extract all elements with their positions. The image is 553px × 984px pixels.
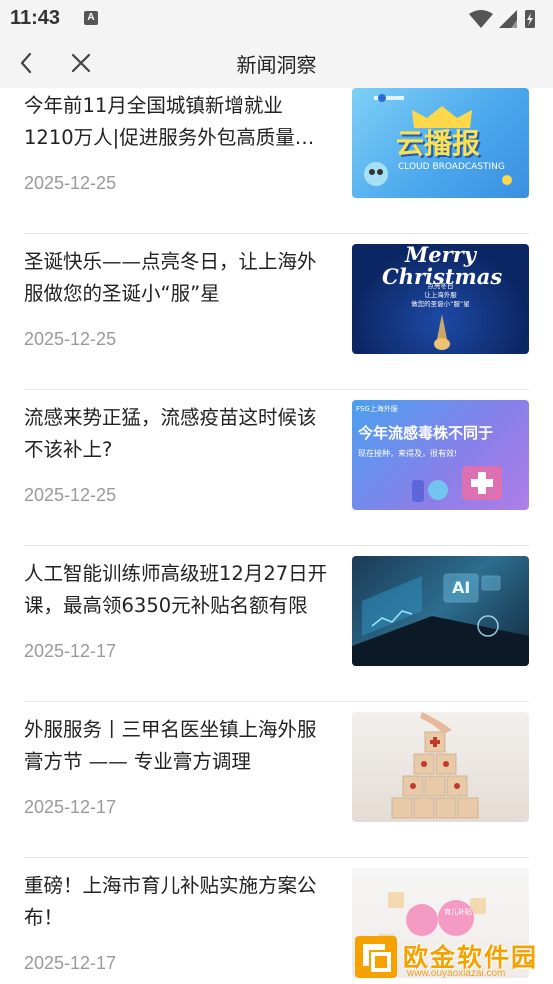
news-title: 今年前11月全国城镇新增就业1210万人|促进服务外包高质量发展 xyxy=(24,94,315,149)
news-thumbnail: AI xyxy=(352,556,529,666)
news-thumbnail xyxy=(352,712,529,822)
news-title: 重磅！上海市育儿补贴实施方案公布！ xyxy=(24,874,317,929)
news-item[interactable]: 圣诞快乐——点亮冬日，让上海外服做您的圣诞小“服”星 2025-12-25 Me… xyxy=(24,234,529,390)
news-item[interactable]: 外服服务丨三甲名医坐镇上海外服膏方节 —— 专业膏方调理 2025-12-17 xyxy=(24,702,529,858)
news-title: 人工智能训练师高级班12月27日开课，最高领6350元补贴名额有限 xyxy=(24,562,328,617)
thumbnail-headline: 育儿补贴 xyxy=(444,908,472,916)
thumbnail-headline: AI xyxy=(452,578,471,597)
news-date: 2025-12-17 xyxy=(24,953,117,973)
status-icons xyxy=(469,10,535,28)
news-date: 2025-12-25 xyxy=(24,485,117,505)
news-item[interactable]: 流感来势正猛，流感疫苗这时候该不该补上? 2025-12-25 FSG上海外服 … xyxy=(24,390,529,546)
news-title: 圣诞快乐——点亮冬日，让上海外服做您的圣诞小“服”星 xyxy=(24,250,317,305)
watermark: 欧金软件园 www.ouyaoxiazai.com xyxy=(355,936,547,980)
thumbnail-brand: FSG上海外服 xyxy=(356,405,398,413)
news-date: 2025-12-25 xyxy=(24,329,117,349)
thumbnail-subtitle: CLOUD BROADCASTING xyxy=(398,162,505,172)
news-item[interactable]: 人工智能训练师高级班12月27日开课，最高领6350元补贴名额有限 2025-1… xyxy=(24,546,529,702)
news-item[interactable]: 今年前11月全国城镇新增就业1210万人|促进服务外包高质量发展 2025-12… xyxy=(24,78,529,234)
watermark-logo-icon xyxy=(355,936,397,978)
thumbnail-subtitle: 点亮冬日 让上海外服 做您的圣诞小“服”星 xyxy=(411,282,470,308)
news-date: 2025-12-25 xyxy=(24,173,117,193)
status-time: 11:43 xyxy=(10,7,61,29)
watermark-url: www.ouyaoxiazai.com xyxy=(407,968,506,979)
page-title: 新闻洞察 xyxy=(236,53,317,77)
news-title: 外服服务丨三甲名医坐镇上海外服膏方节 —— 专业膏方调理 xyxy=(24,718,317,773)
news-thumbnail: Merry Christmas 点亮冬日 让上海外服 做您的圣诞小“服”星 xyxy=(352,244,529,354)
news-date: 2025-12-17 xyxy=(24,797,117,817)
news-date: 2025-12-17 xyxy=(24,641,117,661)
news-thumbnail: 云播报 CLOUD BROADCASTING xyxy=(352,88,529,198)
news-thumbnail: FSG上海外服 今年流感毒株不同于 现在接种，来得及，很有效! xyxy=(352,400,529,510)
news-title: 流感来势正猛，流感疫苗这时候该不该补上? xyxy=(24,406,317,461)
notification-badge-icon: A xyxy=(84,11,98,25)
thumbnail-headline: 云播报 xyxy=(396,127,481,160)
thumbnail-headline: 今年流感毒株不同于 xyxy=(358,424,494,442)
wifi-icon xyxy=(469,10,493,28)
status-bar: 11:43 A xyxy=(0,0,553,38)
thumbnail-subtitle: 现在接种，来得及，很有效! xyxy=(358,449,458,458)
